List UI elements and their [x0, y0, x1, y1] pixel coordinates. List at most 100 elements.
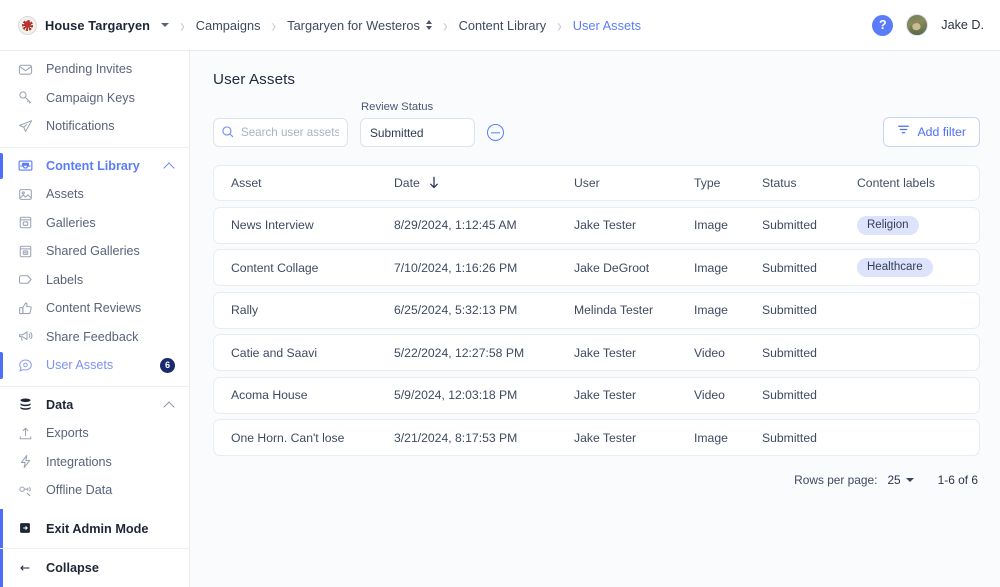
breadcrumb-user-assets[interactable]: User Assets	[573, 18, 641, 33]
sidebar-item-shared-galleries[interactable]: Shared Galleries	[0, 237, 189, 266]
sidebar-item-galleries[interactable]: Galleries	[0, 209, 189, 238]
sidebar-label: Assets	[46, 187, 84, 202]
review-status-field: Review Status Submitted	[360, 101, 475, 147]
table-row[interactable]: Catie and Saavi 5/22/2024, 12:27:58 PM Jak…	[213, 334, 980, 371]
cell-user: Jake Tester	[574, 345, 637, 360]
search-field	[213, 118, 348, 147]
sidebar-item-data[interactable]: Data	[0, 391, 189, 420]
sidebar-item-share-feedback[interactable]: Share Feedback	[0, 323, 189, 352]
sidebar-item-campaign-keys[interactable]: Campaign Keys	[0, 84, 189, 113]
column-header-type[interactable]: Type	[694, 176, 762, 190]
sidebar-item-pending-invites[interactable]: Pending Invites	[0, 55, 189, 84]
cell-user: Jake DeGroot	[574, 260, 650, 275]
sidebar-label: Pending Invites	[46, 62, 133, 77]
sidebar-item-content-reviews[interactable]: Content Reviews	[0, 294, 189, 323]
cell-date: 5/22/2024, 12:27:58 PM	[394, 345, 525, 360]
table-row[interactable]: Rally 6/25/2024, 5:32:13 PM Melinda Tester…	[213, 291, 980, 329]
cell-status: Submitted	[762, 430, 817, 445]
collapse-sidebar-button[interactable]: Collapse	[0, 548, 189, 587]
sidebar-label: User Assets	[46, 358, 114, 373]
database-icon	[18, 397, 33, 412]
arrow-down-icon	[429, 176, 439, 189]
thumbs-up-icon	[18, 301, 33, 316]
sidebar-bottom-nav: Exit Admin Mode Collapse	[0, 509, 189, 587]
column-header-status[interactable]: Status	[762, 176, 857, 190]
chevron-up-icon[interactable]	[163, 162, 175, 174]
breadcrumb-separator: ›	[271, 14, 277, 36]
envelope-icon	[18, 62, 33, 77]
cell-status: Submitted	[762, 218, 817, 232]
table-row[interactable]: Acoma House 5/9/2024, 12:03:18 PM Jake Tes…	[213, 376, 980, 414]
org-name: House Targaryen	[45, 17, 151, 33]
pagination: Rows per page: 25 1-6 of 6	[190, 456, 1000, 487]
cell-date: 8/29/2024, 1:12:45 AM	[394, 218, 517, 232]
add-filter-button[interactable]: Add filter	[883, 117, 980, 147]
sidebar-item-notifications[interactable]: Notifications	[0, 112, 189, 141]
cell-user: Jake Tester	[574, 218, 637, 232]
help-icon[interactable]: ?	[872, 14, 894, 36]
sidebar-item-integrations[interactable]: Integrations	[0, 448, 189, 477]
sidebar-item-labels[interactable]: Labels	[0, 266, 189, 295]
sidebar-label: Integrations	[46, 454, 112, 469]
column-header-content-labels[interactable]: Content labels	[857, 176, 979, 190]
table-body: News Interview 8/29/2024, 1:12:45 AM Jake …	[213, 206, 980, 456]
cell-asset: One Horn. Can't lose	[231, 430, 345, 445]
column-header-date-label: Date	[394, 176, 420, 190]
sidebar: Pending Invites Campaign Keys Notificati…	[0, 51, 190, 587]
house-targaryen-logo-icon	[18, 15, 37, 35]
review-status-select[interactable]: Submitted	[360, 118, 475, 147]
cell-user: Jake Tester	[574, 430, 637, 445]
sidebar-item-user-assets[interactable]: User Assets 6	[0, 351, 189, 380]
breadcrumb-campaigns[interactable]: Campaigns	[196, 18, 261, 33]
sidebar-label: Notifications	[46, 119, 115, 134]
rows-per-page-value: 25	[887, 473, 901, 487]
user-name[interactable]: Jake D.	[941, 18, 984, 32]
sidebar-group-content-library: Content Library Assets Galleries Shared …	[0, 148, 189, 387]
gallery-icon	[18, 215, 33, 230]
chevron-down-icon[interactable]	[161, 23, 170, 27]
sidebar-item-assets[interactable]: Assets	[0, 180, 189, 209]
megaphone-icon	[18, 329, 33, 344]
add-filter-label: Add filter	[917, 125, 966, 139]
sidebar-group-account: Pending Invites Campaign Keys Notificati…	[0, 51, 189, 148]
table-row[interactable]: News Interview 8/29/2024, 1:12:45 AM Jake …	[213, 206, 980, 244]
sidebar-label: Content Library	[46, 158, 140, 173]
upload-icon	[18, 426, 33, 441]
search-input[interactable]	[213, 118, 348, 147]
cell-status: Submitted	[762, 345, 817, 360]
sidebar-item-offline-data[interactable]: Offline Data	[0, 476, 189, 505]
sidebar-label: Exit Admin Mode	[46, 521, 149, 536]
breadcrumb-content-library[interactable]: Content Library	[459, 18, 547, 33]
filter-icon	[897, 123, 910, 141]
top-bar-right: ? Jake D.	[872, 14, 984, 36]
sidebar-label: Exports	[46, 426, 89, 441]
assets-table: Asset Date User Type Status Content labe…	[190, 147, 1000, 456]
content-label-chip: Healthcare	[857, 258, 933, 277]
sidebar-item-exports[interactable]: Exports	[0, 419, 189, 448]
org-switcher[interactable]: House Targaryen	[18, 15, 170, 35]
cell-date: 7/10/2024, 1:16:26 PM	[394, 260, 518, 275]
column-header-user[interactable]: User	[574, 176, 694, 190]
avatar[interactable]	[906, 14, 929, 36]
cell-type: Image	[694, 260, 728, 275]
minus-circle-icon[interactable]	[487, 124, 504, 141]
chat-icon	[18, 358, 33, 373]
shared-gallery-icon	[18, 244, 33, 259]
table-row[interactable]: Content Collage 7/10/2024, 1:16:26 PM Jake…	[213, 249, 980, 286]
exit-admin-mode-button[interactable]: Exit Admin Mode	[0, 509, 189, 548]
chevron-up-icon[interactable]	[163, 401, 175, 413]
column-header-asset[interactable]: Asset	[214, 176, 394, 190]
tag-icon	[18, 272, 33, 287]
offline-icon	[18, 483, 33, 498]
breadcrumb-campaign-name[interactable]: Targaryen for Westeros	[287, 18, 420, 33]
cell-type: Image	[694, 430, 728, 445]
sidebar-label: Labels	[46, 272, 84, 287]
column-header-date[interactable]: Date	[394, 176, 574, 190]
sidebar-label: Campaign Keys	[46, 90, 135, 105]
rows-per-page-select[interactable]: 25	[887, 473, 914, 487]
campaign-switcher-icon[interactable]	[425, 20, 432, 30]
cell-status: Submitted	[762, 260, 817, 275]
table-row[interactable]: One Horn. Can't lose 3/21/2024, 8:17:53 P…	[213, 419, 980, 456]
sidebar-label: Content Reviews	[46, 301, 142, 316]
sidebar-item-content-library[interactable]: Content Library	[0, 152, 189, 181]
